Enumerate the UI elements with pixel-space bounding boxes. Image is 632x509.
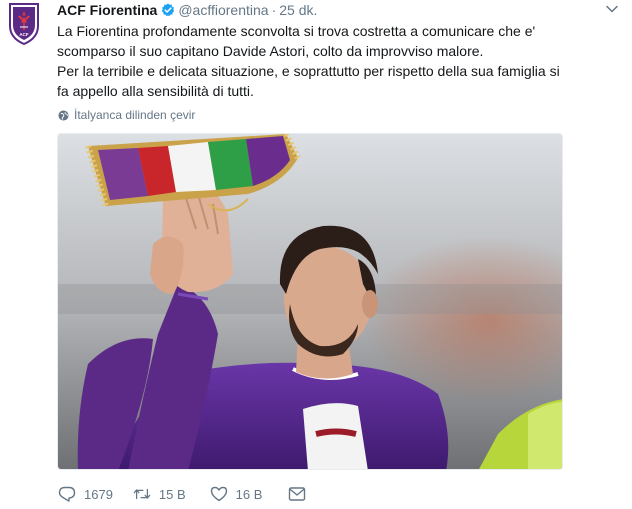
- separator: ·: [271, 2, 277, 18]
- tweet-actions: 1679 15 B 16 B: [58, 486, 314, 502]
- author-handle[interactable]: @acffiorentina: [178, 2, 268, 18]
- tweet-text-line: Per la terribile e delicata situazione, …: [57, 63, 560, 79]
- fiorentina-crest-icon: ACF: [9, 3, 39, 46]
- globe-icon: [58, 109, 69, 121]
- verified-badge-icon: [162, 3, 175, 17]
- tweet-text-line: fa appello alla sensibilità di tutti.: [57, 83, 254, 99]
- like-count: 16 B: [235, 486, 263, 502]
- tweet-text-line: La Fiorentina profondamente sconvolta si…: [57, 23, 536, 39]
- chevron-down-icon[interactable]: [606, 5, 618, 13]
- translate-label: İtalyanca dilinden çevir: [74, 108, 196, 122]
- photo-image: [58, 134, 562, 469]
- translate-link[interactable]: İtalyanca dilinden çevir: [58, 108, 195, 122]
- reply-button[interactable]: 1679: [58, 486, 113, 502]
- tweet-text: La Fiorentina profondamente sconvolta si…: [57, 21, 617, 101]
- like-button[interactable]: 16 B: [210, 486, 263, 502]
- timestamp[interactable]: 25 dk.: [279, 2, 317, 18]
- retweet-button[interactable]: 15 B: [133, 486, 186, 502]
- avatar[interactable]: ACF: [8, 2, 40, 46]
- reply-count: 1679: [84, 486, 113, 502]
- envelope-icon: [289, 487, 306, 501]
- retweet-icon: [133, 488, 151, 500]
- svg-text:ACF: ACF: [19, 32, 28, 37]
- retweet-count: 15 B: [158, 486, 186, 502]
- tweet-text-line: scomparso il suo capitano Davide Astori,…: [57, 43, 484, 59]
- tweet-header: ACF Fiorentina @acffiorentina · 25 dk.: [57, 2, 317, 18]
- reply-icon: [58, 486, 76, 502]
- heart-icon: [210, 486, 227, 502]
- direct-message-button[interactable]: [288, 486, 314, 502]
- tweet-photo[interactable]: [57, 133, 563, 470]
- author-name[interactable]: ACF Fiorentina: [57, 2, 157, 18]
